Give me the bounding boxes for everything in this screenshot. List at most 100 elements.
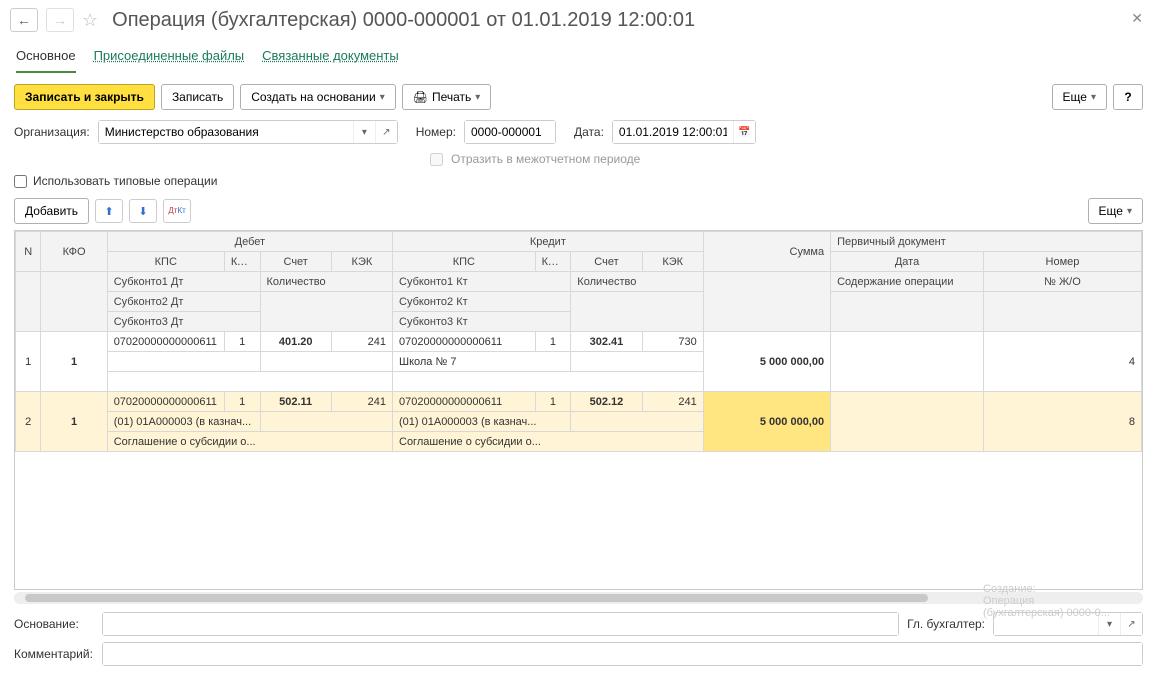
entries-table[interactable]: N КФО Дебет Кредит Сумма Первичный докум… xyxy=(14,230,1143,590)
cell-kkps: 07020000000000611 xyxy=(393,392,536,412)
scrollbar-thumb[interactable] xyxy=(25,594,928,602)
cell-qty-k xyxy=(571,352,703,372)
date-label: Дата: xyxy=(574,125,604,139)
th-kfo: КФО xyxy=(41,232,107,272)
typical-ops-label: Использовать типовые операции xyxy=(33,174,217,188)
tab-linked[interactable]: Связанные документы xyxy=(262,44,399,73)
cell-kkps: 07020000000000611 xyxy=(393,332,536,352)
cell-sub1d: (01) 01А000003 (в казнач... xyxy=(107,412,260,432)
th-summa: Сумма xyxy=(703,232,830,272)
horizontal-scrollbar[interactable] xyxy=(14,592,1143,604)
cell-sub2k xyxy=(393,372,704,392)
base-input[interactable] xyxy=(103,613,898,635)
number-label: Номер: xyxy=(416,125,456,139)
cell-date xyxy=(831,392,984,452)
base-label: Основание: xyxy=(14,617,94,631)
cell-sub1k: (01) 01А000003 (в казнач... xyxy=(393,412,571,432)
th-sub3k: Субконто3 Кт xyxy=(393,312,571,332)
org-dropdown-button[interactable]: ▾ xyxy=(353,121,375,143)
date-input-group: 📅 xyxy=(612,120,756,144)
print-button[interactable]: Печать xyxy=(402,84,492,110)
cell-kschet: 502.12 xyxy=(571,392,642,412)
cell-kkfo: 1 xyxy=(535,392,571,412)
cell-sum: 5 000 000,00 xyxy=(703,332,830,392)
move-down-button[interactable]: ⬇ xyxy=(129,199,157,223)
cell-date xyxy=(831,332,984,392)
cell-dkek: 241 xyxy=(331,332,392,352)
comment-input[interactable] xyxy=(103,643,1142,665)
cell-sub1k: Школа № 7 xyxy=(393,352,571,372)
cell-dkfo: 1 xyxy=(224,332,260,352)
date-input[interactable] xyxy=(613,121,733,143)
th-d-kek: КЭК xyxy=(331,252,392,272)
period-checkbox xyxy=(430,153,443,166)
th-sub1d: Субконто1 Дт xyxy=(107,272,260,292)
comment-input-group xyxy=(102,642,1143,666)
th-zho: № Ж/О xyxy=(983,272,1141,292)
table-more-button[interactable]: Еще xyxy=(1088,198,1143,224)
cell-qty-k xyxy=(571,412,703,432)
cell-sub2d xyxy=(107,372,392,392)
th-d-kfo: КФО xyxy=(224,252,260,272)
move-up-button[interactable]: ⬆ xyxy=(95,199,123,223)
table-row[interactable]: 1 1 07020000000000611 1 401.20 241 07020… xyxy=(16,332,1142,352)
create-based-button[interactable]: Создать на основании xyxy=(240,84,396,110)
cell-n: 2 xyxy=(16,392,41,452)
cell-dkek: 241 xyxy=(331,392,392,412)
cell-kfo: 1 xyxy=(41,392,107,452)
org-open-button[interactable]: ↗ xyxy=(375,121,397,143)
accountant-input-group: ▾ ↗ xyxy=(993,612,1143,636)
th-k-schet: Счет xyxy=(571,252,642,272)
save-button[interactable]: Записать xyxy=(161,84,234,110)
number-input-group xyxy=(464,120,556,144)
org-label: Организация: xyxy=(14,125,90,139)
accountant-input[interactable] xyxy=(994,613,1098,635)
more-button[interactable]: Еще xyxy=(1052,84,1107,110)
th-k-kfo: КФО xyxy=(535,252,571,272)
close-icon[interactable]: ✕ xyxy=(1131,10,1143,27)
add-row-button[interactable]: Добавить xyxy=(14,198,89,224)
nav-back-button[interactable]: ← xyxy=(10,8,38,32)
cell-zho: 4 xyxy=(983,332,1141,392)
period-checkbox-label: Отразить в межотчетном периоде xyxy=(451,152,640,166)
cell-n: 1 xyxy=(16,332,41,392)
cell-dkps: 07020000000000611 xyxy=(107,332,224,352)
cell-dkfo: 1 xyxy=(224,392,260,412)
favorite-star-icon[interactable]: ☆ xyxy=(82,10,98,31)
page-title: Операция (бухгалтерская) 0000-000001 от … xyxy=(112,9,695,32)
dtkt-button[interactable]: ДтКт xyxy=(163,199,191,223)
cell-sub2k: Соглашение о субсидии о... xyxy=(393,432,704,452)
base-input-group xyxy=(102,612,899,636)
th-d-kps: КПС xyxy=(107,252,224,272)
th-data: Дата xyxy=(831,252,984,272)
th-sub3d: Субконто3 Дт xyxy=(107,312,260,332)
th-qty-k: Количество xyxy=(571,272,703,292)
number-input[interactable] xyxy=(465,121,555,143)
table-row[interactable]: 2 1 07020000000000611 1 502.11 241 07020… xyxy=(16,392,1142,412)
th-sub2d: Субконто2 Дт xyxy=(107,292,260,312)
save-close-button[interactable]: Записать и закрыть xyxy=(14,84,155,110)
th-qty-d: Количество xyxy=(260,272,392,292)
cell-kschet: 302.41 xyxy=(571,332,642,352)
cell-dschet: 401.20 xyxy=(260,332,331,352)
th-n: N xyxy=(16,232,41,272)
th-sub2k: Субконто2 Кт xyxy=(393,292,571,312)
tab-main[interactable]: Основное xyxy=(16,44,76,73)
nav-forward-button[interactable]: → xyxy=(46,8,74,32)
org-input-group: ▾ ↗ xyxy=(98,120,398,144)
th-primary: Первичный документ xyxy=(831,232,1142,252)
accountant-dropdown-button[interactable]: ▾ xyxy=(1098,613,1120,635)
help-button[interactable]: ? xyxy=(1113,84,1143,110)
th-k-kek: КЭК xyxy=(642,252,703,272)
cell-dkps: 07020000000000611 xyxy=(107,392,224,412)
tab-files[interactable]: Присоединенные файлы xyxy=(94,44,245,73)
date-calendar-button[interactable]: 📅 xyxy=(733,121,755,143)
org-input[interactable] xyxy=(99,121,353,143)
th-d-schet: Счет xyxy=(260,252,331,272)
cell-kkek: 241 xyxy=(642,392,703,412)
accountant-open-button[interactable]: ↗ xyxy=(1120,613,1142,635)
th-kredit: Кредит xyxy=(393,232,704,252)
th-k-kps: КПС xyxy=(393,252,536,272)
typical-ops-checkbox[interactable] xyxy=(14,175,27,188)
cell-kfo: 1 xyxy=(41,332,107,392)
